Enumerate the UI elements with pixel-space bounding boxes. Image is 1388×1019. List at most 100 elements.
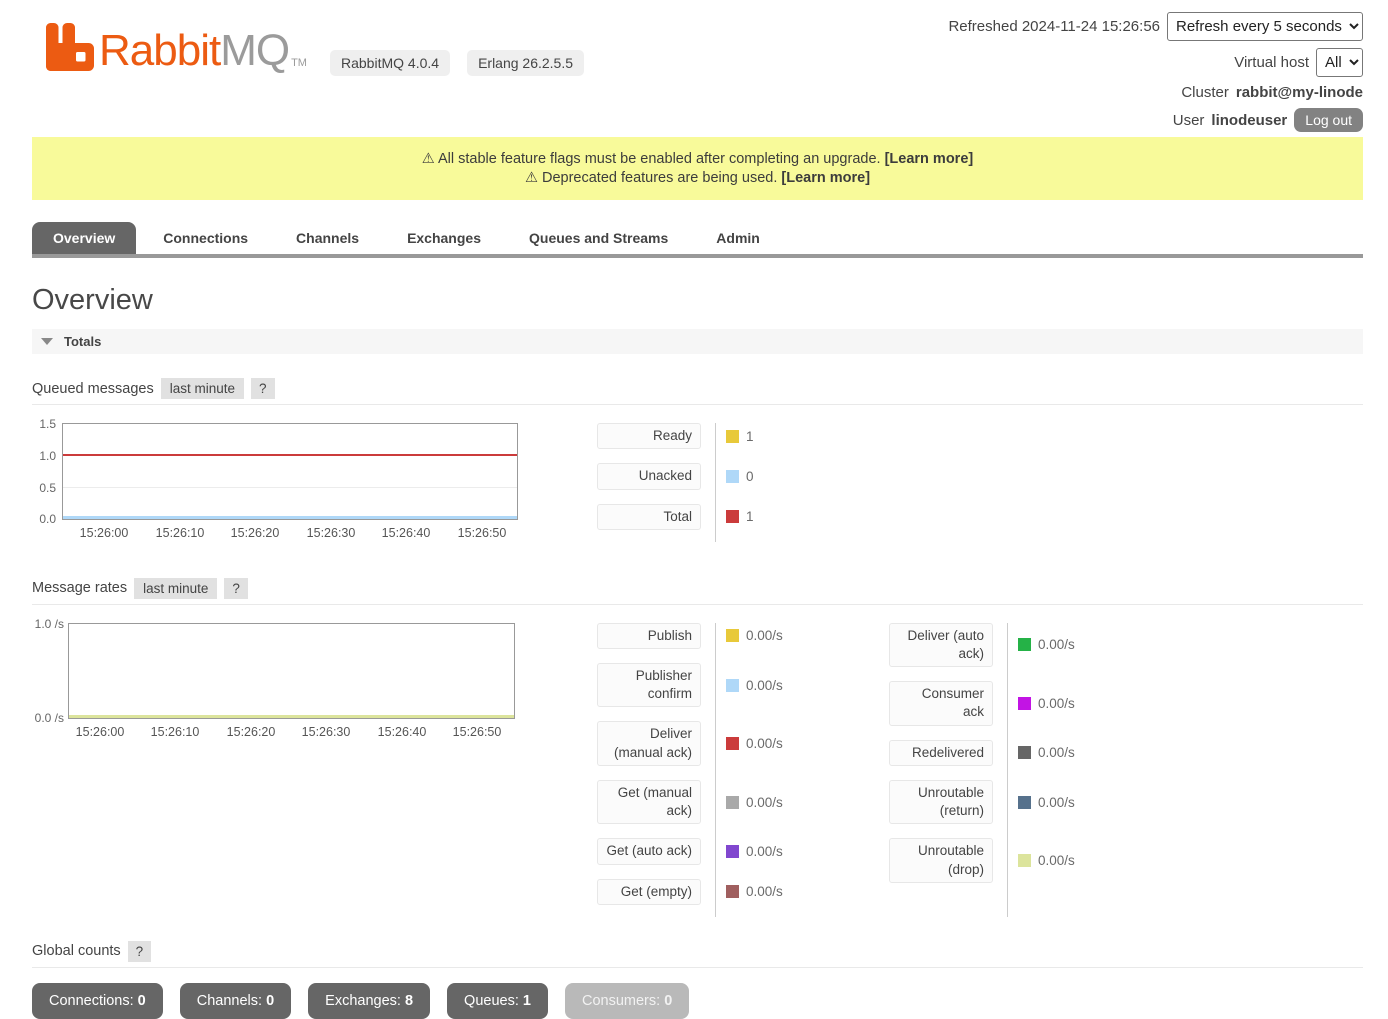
virtual-host-label: Virtual host: [1234, 54, 1309, 71]
cluster-name: rabbit@my-linode: [1236, 84, 1363, 101]
legend-row-deliver-manual-ack: Deliver (manual ack) 0.00/s: [597, 721, 837, 765]
rates-plot-area: [68, 623, 515, 719]
logo-trademark: TM: [291, 57, 307, 72]
unacked-series-line: [63, 516, 517, 519]
user-name: linodeuser: [1211, 112, 1287, 129]
legend-row-consumer-ack: Consumer ack 0.00/s: [889, 681, 1129, 725]
queued-plot-area: [62, 423, 518, 520]
consumer-ack-value: 0.00/s: [1038, 696, 1075, 711]
get-auto-ack-value: 0.00/s: [746, 844, 783, 859]
logout-button[interactable]: Log out: [1294, 108, 1363, 132]
rates-period-pill[interactable]: last minute: [134, 578, 217, 599]
legend-row-unroutable-return: Unroutable (return) 0.00/s: [889, 780, 1129, 824]
legend-label-total: Total: [597, 504, 701, 530]
warning-icon: ⚠ All stable feature flags must be enabl…: [422, 151, 881, 167]
totals-section-title: Totals: [64, 334, 101, 349]
unacked-value: 0: [746, 469, 754, 484]
legend-label-deliver-auto-ack: Deliver (auto ack): [889, 623, 993, 667]
legend-label-publisher-confirm: Publisher confirm: [597, 663, 701, 707]
logo-text: RabbitMQ: [99, 30, 289, 72]
tab-queues-and-streams[interactable]: Queues and Streams: [508, 222, 689, 254]
publisher-confirm-color-swatch: [726, 679, 739, 692]
legend-row-publisher-confirm: Publisher confirm 0.00/s: [597, 663, 837, 707]
queued-xtick: 15:26:00: [80, 526, 129, 540]
rates-ytick: 1.0 /s: [32, 617, 64, 631]
tab-connections[interactable]: Connections: [142, 222, 269, 254]
queued-messages-section: Queued messages last minute ? 1.5 1.0 0.…: [32, 378, 1363, 544]
legend-row-deliver-auto-ack: Deliver (auto ack) 0.00/s: [889, 623, 1129, 667]
tab-exchanges[interactable]: Exchanges: [386, 222, 502, 254]
deliver-manual-ack-color-swatch: [726, 737, 739, 750]
legend-row-get-auto-ack: Get (auto ack) 0.00/s: [597, 838, 837, 864]
deliver-auto-ack-color-swatch: [1018, 638, 1031, 651]
global-counts-section: Global counts ? Connections: 0 Channels:…: [32, 941, 1363, 1019]
unroutable-drop-value: 0.00/s: [1038, 853, 1075, 868]
tab-admin[interactable]: Admin: [695, 222, 781, 254]
tab-channels[interactable]: Channels: [275, 222, 380, 254]
connections-count-badge[interactable]: Connections: 0: [32, 983, 163, 1019]
legend-row-unroutable-drop: Unroutable (drop) 0.00/s: [889, 838, 1129, 882]
deliver-manual-ack-value: 0.00/s: [746, 736, 783, 751]
queued-ytick: 1.0: [32, 449, 56, 463]
header: RabbitMQ TM RabbitMQ 4.0.4 Erlang 26.2.5…: [0, 0, 1388, 137]
queued-messages-title: Queued messages: [32, 381, 154, 397]
publish-value: 0.00/s: [746, 628, 783, 643]
rates-xtick: 15:26:00: [76, 725, 125, 739]
legend-row-redelivered: Redelivered 0.00/s: [889, 740, 1129, 766]
queued-x-axis: 15:26:00 15:26:10 15:26:20 15:26:30 15:2…: [62, 520, 518, 540]
banner-line-deprecated: ⚠ Deprecated features are being used. [L…: [42, 169, 1353, 188]
refresh-interval-select[interactable]: Refresh every 5 seconds: [1167, 12, 1363, 41]
legend-label-publish: Publish: [597, 623, 701, 649]
rabbitmq-logo[interactable]: RabbitMQ TM: [45, 22, 307, 72]
legend-label-redelivered: Redelivered: [889, 740, 993, 766]
message-rates-section: Message rates last minute ? 1.0 /s 0.0 /…: [32, 578, 1363, 919]
unroutable-return-value: 0.00/s: [1038, 795, 1075, 810]
virtual-host-select[interactable]: All: [1316, 48, 1363, 77]
get-empty-value: 0.00/s: [746, 884, 783, 899]
publisher-confirm-value: 0.00/s: [746, 678, 783, 693]
legend-label-get-manual-ack: Get (manual ack): [597, 780, 701, 824]
legend-label-deliver-manual-ack: Deliver (manual ack): [597, 721, 701, 765]
warning-banner: ⚠ All stable feature flags must be enabl…: [32, 137, 1363, 200]
legend-row-unacked: Unacked 0: [597, 463, 847, 489]
get-manual-ack-color-swatch: [726, 796, 739, 809]
queues-count-badge[interactable]: Queues: 1: [447, 983, 548, 1019]
totals-section-header[interactable]: Totals: [32, 329, 1363, 354]
queued-xtick: 15:26:50: [458, 526, 507, 540]
global-counts-badges: Connections: 0 Channels: 0 Exchanges: 8 …: [32, 983, 1363, 1019]
total-color-swatch: [726, 510, 739, 523]
learn-more-link-1[interactable]: [Learn more]: [885, 151, 974, 167]
main-content: Overview Totals Queued messages last min…: [32, 284, 1363, 1019]
queued-help-icon[interactable]: ?: [251, 378, 275, 399]
get-empty-color-swatch: [726, 885, 739, 898]
legend-divider: [1007, 623, 1008, 917]
legend-label-unroutable-drop: Unroutable (drop): [889, 838, 993, 882]
message-rates-chart: 1.0 /s 0.0 /s 15:26:00 15:26:10 15:26:20…: [32, 623, 547, 919]
user-label: User: [1173, 112, 1205, 129]
rates-legend-right: Deliver (auto ack) 0.00/s Consumer ack 0…: [889, 623, 1129, 919]
rabbitmq-logo-icon: [45, 22, 95, 72]
consumers-count-badge[interactable]: Consumers: 0: [565, 983, 689, 1019]
rates-help-icon[interactable]: ?: [224, 578, 248, 599]
queued-messages-heading: Queued messages last minute ?: [32, 378, 1363, 405]
queued-legend: Ready 1 Unacked 0 Total 1: [597, 423, 847, 544]
queued-ytick: 1.5: [32, 417, 56, 431]
channels-count-badge[interactable]: Channels: 0: [180, 983, 291, 1019]
logo-rabbit: Rabbit: [99, 26, 220, 75]
global-counts-help-icon[interactable]: ?: [128, 941, 152, 962]
tab-overview[interactable]: Overview: [32, 222, 136, 254]
learn-more-link-2[interactable]: [Learn more]: [781, 170, 870, 186]
unacked-color-swatch: [726, 470, 739, 483]
message-rates-heading: Message rates last minute ?: [32, 578, 1363, 605]
queued-xtick: 15:26:30: [307, 526, 356, 540]
legend-divider: [715, 423, 716, 542]
logo-mq: MQ: [220, 26, 289, 75]
main-nav-tabs: Overview Connections Channels Exchanges …: [32, 222, 1363, 258]
rates-xtick: 15:26:50: [453, 725, 502, 739]
legend-row-total: Total 1: [597, 504, 847, 530]
queued-xtick: 15:26:10: [156, 526, 205, 540]
exchanges-count-badge[interactable]: Exchanges: 8: [308, 983, 430, 1019]
queued-period-pill[interactable]: last minute: [161, 378, 244, 399]
rates-xtick: 15:26:20: [227, 725, 276, 739]
queued-xtick: 15:26:20: [231, 526, 280, 540]
